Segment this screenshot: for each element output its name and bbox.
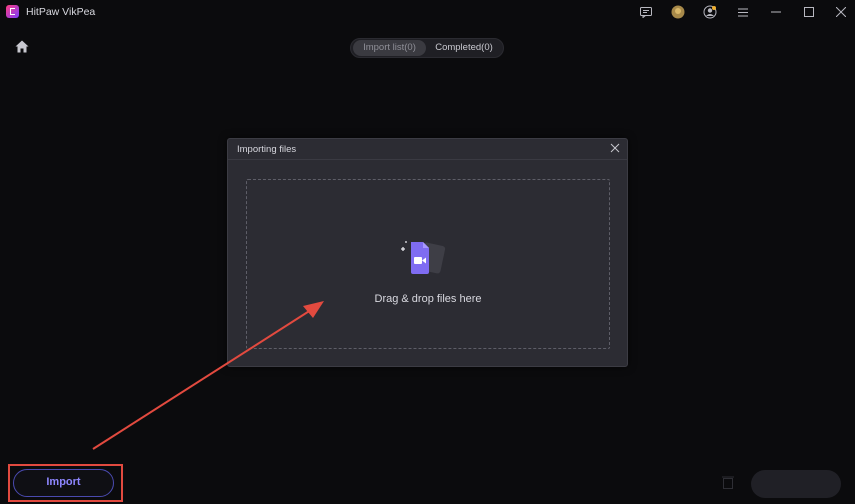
app-logo-icon <box>6 5 19 18</box>
drop-instruction-text: Drag & drop files here <box>374 293 482 305</box>
trash-icon[interactable] <box>722 475 736 491</box>
minimize-icon[interactable] <box>767 3 785 21</box>
dialog-close-icon[interactable] <box>610 143 622 155</box>
tab-completed[interactable]: Completed(0) <box>429 40 499 56</box>
hamburger-icon[interactable] <box>734 3 752 21</box>
title-bar: HitPaw VikPea <box>0 0 855 24</box>
user-icon[interactable] <box>701 3 719 21</box>
video-file-icon <box>399 238 455 280</box>
tab-import-list[interactable]: Import list(0) <box>353 40 426 56</box>
dialog-title: Importing files <box>237 144 297 155</box>
importing-files-dialog: Importing files Drag & drop files here <box>227 138 628 367</box>
chat-icon[interactable] <box>637 3 655 21</box>
app-title: HitPaw VikPea <box>26 6 96 18</box>
export-button[interactable] <box>751 470 841 498</box>
close-icon[interactable] <box>832 3 850 21</box>
home-icon[interactable] <box>15 40 31 56</box>
avatar-icon[interactable] <box>669 3 687 21</box>
import-button[interactable]: Import <box>13 469 114 497</box>
maximize-icon[interactable] <box>800 3 818 21</box>
drop-zone[interactable]: Drag & drop files here <box>246 179 610 349</box>
tab-switcher: Import list(0) Completed(0) <box>350 38 504 58</box>
dialog-header: Importing files <box>228 139 627 160</box>
